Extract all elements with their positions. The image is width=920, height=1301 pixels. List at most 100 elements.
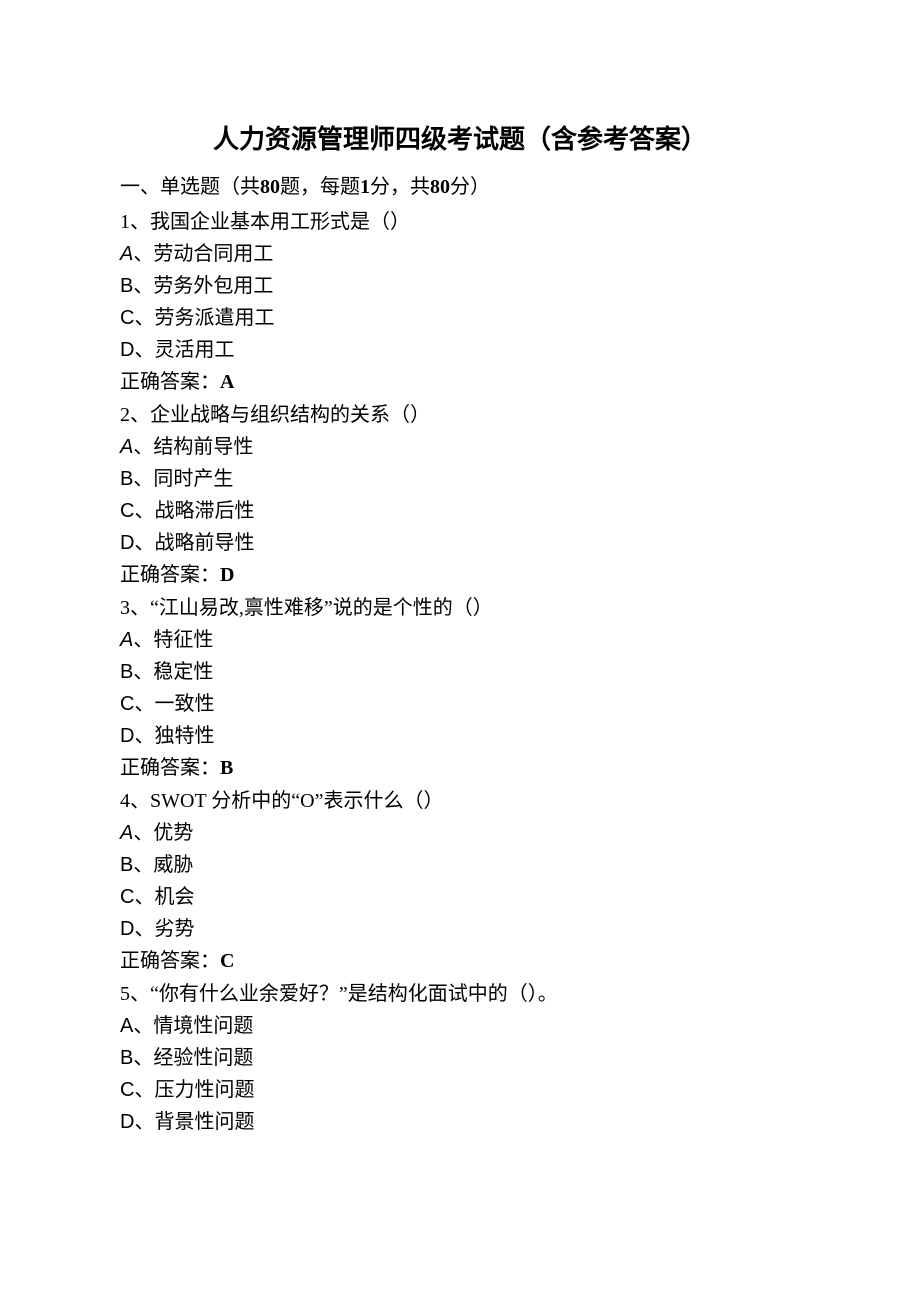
answer-line: 正确答案：B	[120, 753, 800, 784]
option: D、战略前导性	[120, 528, 800, 559]
option-text: 优势	[153, 822, 193, 844]
option-sep: 、	[134, 307, 154, 329]
option: B、同时产生	[120, 464, 800, 495]
option-letter: B	[120, 1047, 133, 1069]
option-letter: C	[120, 307, 134, 329]
question-block: 4、SWOT 分析中的“O”表示什么（）A、优势B、威胁C、机会D、劣势正确答案…	[120, 786, 800, 977]
option-text: 结构前导性	[153, 436, 253, 458]
question-text: 4、SWOT 分析中的“O”表示什么（）	[120, 786, 800, 817]
question-stem: “你有什么业余爱好？”是结构化面试中的（）。	[150, 983, 558, 1005]
option-letter: D	[120, 1111, 134, 1133]
section-per: 1	[360, 176, 370, 198]
option-letter: A	[120, 1015, 133, 1037]
question-number: 5、	[120, 983, 150, 1005]
question-text: 2、企业战略与组织结构的关系（）	[120, 400, 800, 431]
option-letter: A	[120, 822, 133, 844]
option-sep: 、	[133, 661, 153, 683]
option-sep: 、	[133, 243, 153, 265]
option-text: 情境性问题	[153, 1015, 253, 1037]
question-block: 5、“你有什么业余爱好？”是结构化面试中的（）。A、情境性问题B、经验性问题C、…	[120, 979, 800, 1138]
option: D、灵活用工	[120, 335, 800, 366]
option-sep: 、	[134, 1111, 154, 1133]
option-letter: A	[120, 436, 133, 458]
page-title: 人力资源管理师四级考试题（含参考答案）	[120, 120, 800, 160]
section-count: 80	[260, 176, 280, 198]
option-letter: B	[120, 275, 133, 297]
option: C、一致性	[120, 689, 800, 720]
option-letter: D	[120, 532, 134, 554]
option-letter: C	[120, 1079, 134, 1101]
question-text: 5、“你有什么业余爱好？”是结构化面试中的（）。	[120, 979, 800, 1010]
answer-line: 正确答案：D	[120, 560, 800, 591]
option-text: 特征性	[153, 629, 213, 651]
option-letter: A	[120, 629, 133, 651]
question-number: 4、	[120, 790, 150, 812]
answer-label: 正确答案：	[120, 950, 220, 972]
option-letter: C	[120, 693, 134, 715]
question-stem: “江山易改,禀性难移”说的是个性的（）	[150, 597, 493, 619]
option: B、经验性问题	[120, 1043, 800, 1074]
answer-value: A	[220, 371, 234, 393]
option-text: 劳动合同用工	[153, 243, 273, 265]
option: A、特征性	[120, 625, 800, 656]
option-text: 劳务外包用工	[153, 275, 273, 297]
option-sep: 、	[134, 1079, 154, 1101]
option-letter: B	[120, 854, 133, 876]
question-stem: 我国企业基本用工形式是（）	[150, 211, 410, 233]
question-text: 1、我国企业基本用工形式是（）	[120, 207, 800, 238]
option-letter: A	[120, 243, 133, 265]
question-number: 2、	[120, 404, 150, 426]
option-text: 背景性问题	[154, 1111, 254, 1133]
question-number: 1、	[120, 211, 150, 233]
option-text: 经验性问题	[153, 1047, 253, 1069]
section-suffix: 分）	[450, 176, 490, 198]
option-text: 战略滞后性	[154, 500, 254, 522]
question-stem: SWOT 分析中的“O”表示什么（）	[150, 790, 444, 812]
section-mid1: 题，每题	[280, 176, 360, 198]
question-stem: 企业战略与组织结构的关系（）	[150, 404, 430, 426]
option-text: 机会	[154, 886, 194, 908]
option-letter: C	[120, 500, 134, 522]
option-sep: 、	[134, 886, 154, 908]
option-sep: 、	[133, 275, 153, 297]
option: A、优势	[120, 818, 800, 849]
option-letter: C	[120, 886, 134, 908]
section-prefix: 一、单选题（共	[120, 176, 260, 198]
option-sep: 、	[134, 339, 154, 361]
option-sep: 、	[133, 822, 153, 844]
option-letter: B	[120, 661, 133, 683]
option-sep: 、	[134, 725, 154, 747]
option-sep: 、	[133, 436, 153, 458]
question-block: 2、企业战略与组织结构的关系（）A、结构前导性B、同时产生C、战略滞后性D、战略…	[120, 400, 800, 591]
answer-line: 正确答案：C	[120, 946, 800, 977]
option: B、劳务外包用工	[120, 271, 800, 302]
option-text: 一致性	[154, 693, 214, 715]
option-text: 压力性问题	[154, 1079, 254, 1101]
option-text: 威胁	[153, 854, 193, 876]
answer-label: 正确答案：	[120, 757, 220, 779]
question-text: 3、“江山易改,禀性难移”说的是个性的（）	[120, 593, 800, 624]
option: B、威胁	[120, 850, 800, 881]
option-text: 劣势	[154, 918, 194, 940]
option-text: 灵活用工	[154, 339, 234, 361]
section-header: 一、单选题（共80题，每题1分，共80分）	[120, 172, 800, 203]
option-letter: B	[120, 468, 133, 490]
option-letter: D	[120, 339, 134, 361]
option: C、劳务派遣用工	[120, 303, 800, 334]
section-mid2: 分，共	[370, 176, 430, 198]
question-block: 1、我国企业基本用工形式是（）A、劳动合同用工B、劳务外包用工C、劳务派遣用工D…	[120, 207, 800, 398]
question-number: 3、	[120, 597, 150, 619]
question-block: 3、“江山易改,禀性难移”说的是个性的（）A、特征性B、稳定性C、一致性D、独特…	[120, 593, 800, 784]
answer-label: 正确答案：	[120, 371, 220, 393]
option-text: 战略前导性	[154, 532, 254, 554]
option-text: 稳定性	[153, 661, 213, 683]
option: D、独特性	[120, 721, 800, 752]
option: D、背景性问题	[120, 1107, 800, 1138]
option: C、压力性问题	[120, 1075, 800, 1106]
answer-label: 正确答案：	[120, 564, 220, 586]
questions-list: 1、我国企业基本用工形式是（）A、劳动合同用工B、劳务外包用工C、劳务派遣用工D…	[120, 207, 800, 1138]
option: A、情境性问题	[120, 1011, 800, 1042]
answer-value: B	[220, 757, 233, 779]
answer-value: D	[220, 564, 234, 586]
answer-value: C	[220, 950, 234, 972]
